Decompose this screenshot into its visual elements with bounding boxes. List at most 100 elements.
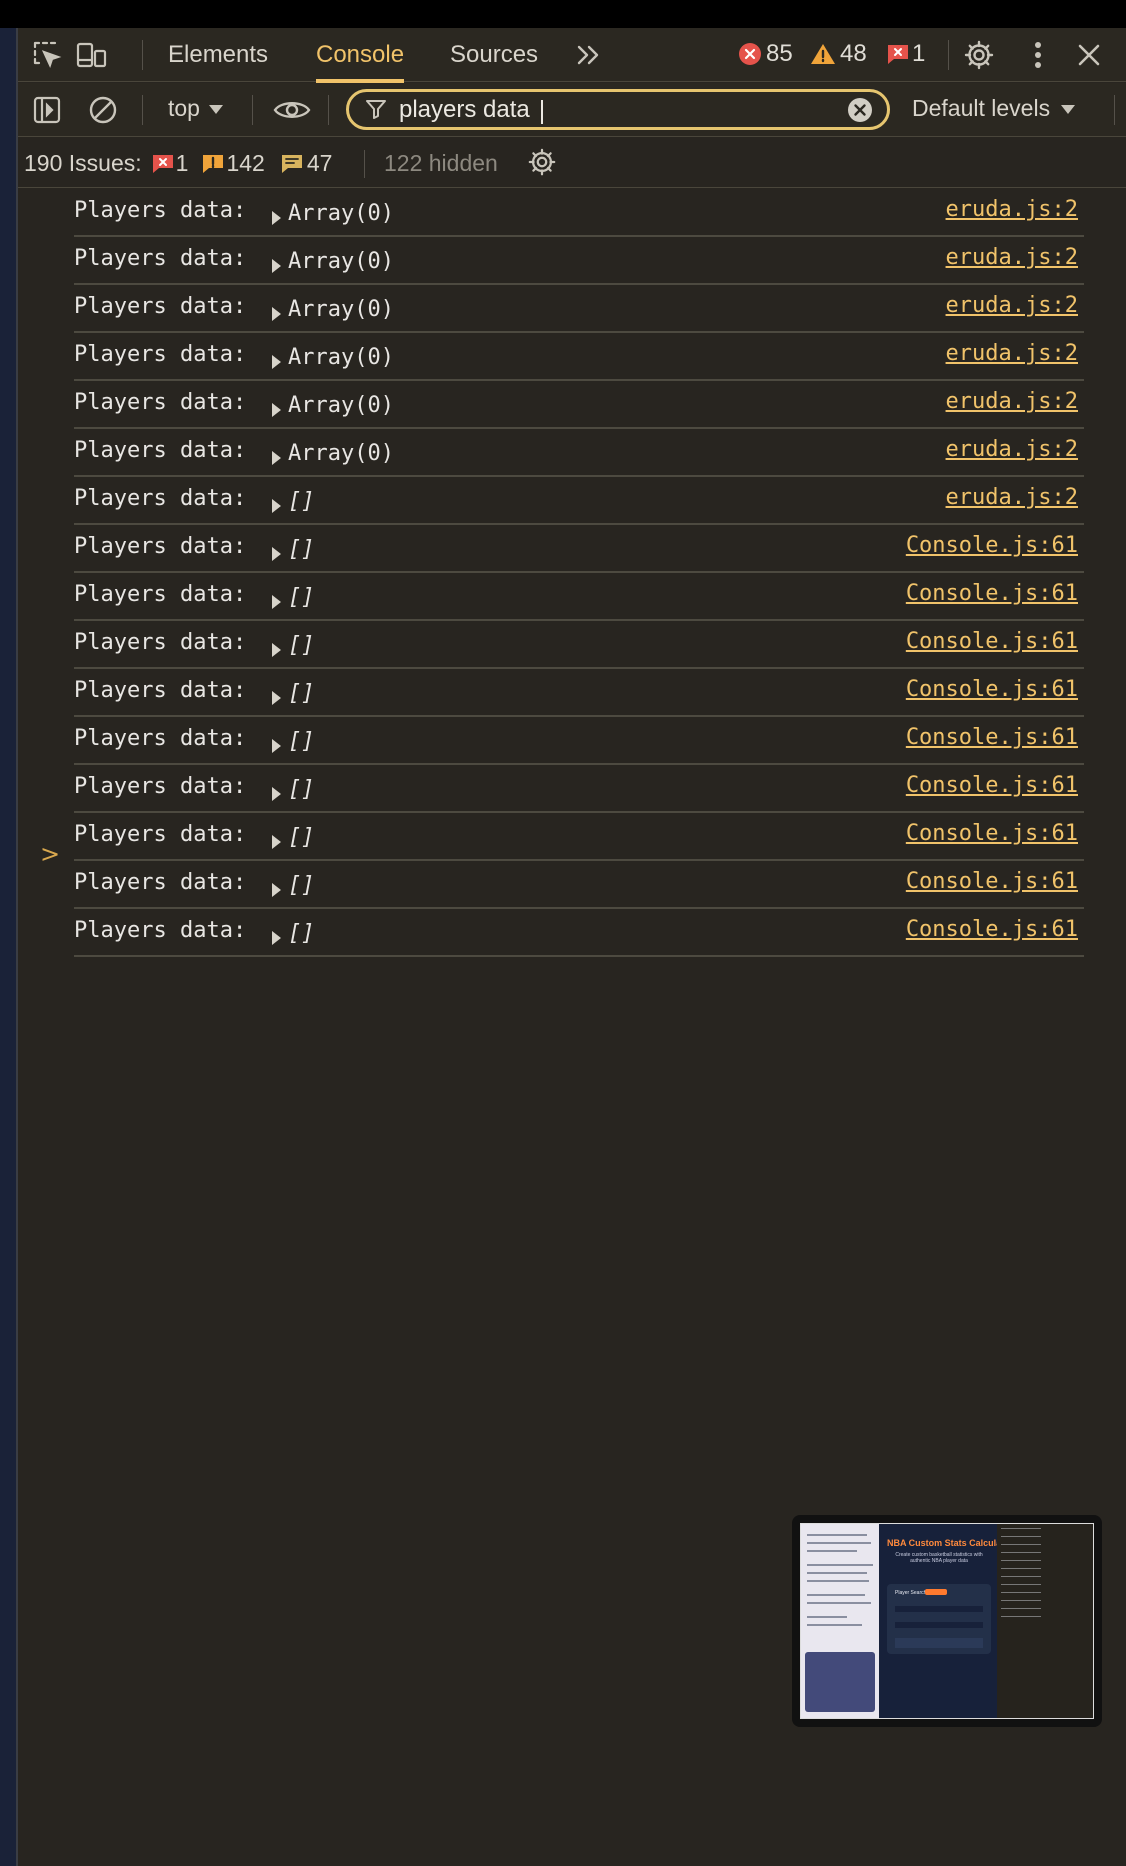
inspect-element-icon[interactable] <box>30 38 64 72</box>
expand-triangle-icon[interactable] <box>272 883 281 897</box>
dropdown-arrow-icon <box>1061 104 1076 114</box>
console-message-row[interactable]: Players data: [] Console.js:61 <box>74 525 1084 573</box>
log-value[interactable]: [] <box>288 681 315 706</box>
console-message-row[interactable]: Players data: Array(0) eruda.js:2 <box>74 333 1084 381</box>
issues-link[interactable]: 190 Issues: 1 142 47 <box>24 150 332 177</box>
console-message-row[interactable]: Players data: [] Console.js:61 <box>74 573 1084 621</box>
tab-elements[interactable]: Elements <box>168 28 268 82</box>
expand-triangle-icon[interactable] <box>272 547 281 561</box>
log-value[interactable]: Array(0) <box>288 201 394 226</box>
console-message-row[interactable]: Players data: Array(0) eruda.js:2 <box>74 381 1084 429</box>
log-value[interactable]: Array(0) <box>288 441 394 466</box>
console-message-row[interactable]: Players data: [] eruda.js:2 <box>74 477 1084 525</box>
log-value[interactable]: [] <box>288 873 315 898</box>
filter-input[interactable] <box>399 96 839 124</box>
console-message-row[interactable]: Players data: [] Console.js:61 <box>74 861 1084 909</box>
thumbnail-title: NBA Custom Stats Calculator <box>887 1538 1014 1548</box>
thumbnail-subtitle: Create custom basketball statistics with… <box>895 1552 983 1564</box>
log-message-text: Players data: <box>74 438 247 463</box>
expand-triangle-icon[interactable] <box>272 931 281 945</box>
clear-console-icon[interactable] <box>88 95 118 125</box>
console-message-row[interactable]: Players data: Array(0) eruda.js:2 <box>74 237 1084 285</box>
expand-triangle-icon[interactable] <box>272 355 281 369</box>
source-link[interactable]: Console.js:61 <box>906 533 1078 558</box>
expand-triangle-icon[interactable] <box>272 403 281 417</box>
error-count-badge[interactable]: 85 <box>738 40 793 68</box>
log-value[interactable]: [] <box>288 777 315 802</box>
source-link[interactable]: eruda.js:2 <box>946 389 1078 414</box>
expand-triangle-icon[interactable] <box>272 499 281 513</box>
source-link[interactable]: eruda.js:2 <box>946 197 1078 222</box>
error-issues-count: 1 <box>175 150 189 176</box>
tab-sources[interactable]: Sources <box>450 28 538 82</box>
source-link[interactable]: Console.js:61 <box>906 677 1078 702</box>
log-levels-dropdown[interactable]: Default levels <box>912 95 1076 122</box>
expand-triangle-icon[interactable] <box>272 643 281 657</box>
console-message-row[interactable]: Players data: [] Console.js:61 <box>74 621 1084 669</box>
log-value[interactable]: [] <box>288 921 315 946</box>
device-toolbar-icon[interactable] <box>74 38 110 72</box>
log-value[interactable]: Array(0) <box>288 393 394 418</box>
expand-triangle-icon[interactable] <box>272 307 281 321</box>
log-message-text: Players data: <box>74 342 247 367</box>
issues-count-badge[interactable]: 1 <box>886 40 925 68</box>
log-value[interactable]: Array(0) <box>288 249 394 274</box>
expand-triangle-icon[interactable] <box>272 787 281 801</box>
double-chevron-right-icon[interactable] <box>574 42 604 68</box>
log-message-text: Players data: <box>74 486 247 511</box>
expand-triangle-icon[interactable] <box>272 835 281 849</box>
expand-triangle-icon[interactable] <box>272 691 281 705</box>
more-options-icon[interactable] <box>1028 38 1048 72</box>
source-link[interactable]: eruda.js:2 <box>946 293 1078 318</box>
screenshot-thumbnail[interactable]: NBA Custom Stats Calculator Create custo… <box>792 1515 1102 1727</box>
source-link[interactable]: Console.js:61 <box>906 773 1078 798</box>
expand-triangle-icon[interactable] <box>272 451 281 465</box>
live-expression-eye-icon[interactable] <box>272 95 312 125</box>
sidebar-toggle-icon[interactable] <box>32 95 62 125</box>
source-link[interactable]: Console.js:61 <box>906 869 1078 894</box>
expand-triangle-icon[interactable] <box>272 595 281 609</box>
issues-bar: 190 Issues: 1 142 47 122 hidden <box>18 138 1126 188</box>
expand-triangle-icon[interactable] <box>272 739 281 753</box>
clear-filter-icon[interactable] <box>847 97 873 123</box>
close-icon[interactable] <box>1074 40 1104 70</box>
log-value[interactable]: [] <box>288 633 315 658</box>
console-prompt[interactable]: > <box>40 840 60 868</box>
source-link[interactable]: Console.js:61 <box>906 821 1078 846</box>
source-link[interactable]: Console.js:61 <box>906 917 1078 942</box>
log-value[interactable]: [] <box>288 489 315 514</box>
console-settings-gear-icon[interactable] <box>526 146 558 178</box>
source-link[interactable]: eruda.js:2 <box>946 245 1078 270</box>
expand-triangle-icon[interactable] <box>272 259 281 273</box>
main-toolbar: Elements Console Sources 85 48 1 <box>18 28 1126 83</box>
console-message-row[interactable]: Players data: [] Console.js:61 <box>74 813 1084 861</box>
console-filter[interactable] <box>346 89 890 130</box>
expand-triangle-icon[interactable] <box>272 211 281 225</box>
console-message-row[interactable]: Players data: [] Console.js:61 <box>74 909 1084 957</box>
console-message-row[interactable]: Players data: [] Console.js:61 <box>74 669 1084 717</box>
log-value[interactable]: Array(0) <box>288 297 394 322</box>
context-selector[interactable]: top <box>168 95 224 122</box>
log-value[interactable]: [] <box>288 825 315 850</box>
console-message-row[interactable]: Players data: [] Console.js:61 <box>74 765 1084 813</box>
console-message-row[interactable]: Players data: Array(0) eruda.js:2 <box>74 285 1084 333</box>
source-link[interactable]: eruda.js:2 <box>946 437 1078 462</box>
source-link[interactable]: eruda.js:2 <box>946 485 1078 510</box>
log-message-text: Players data: <box>74 774 247 799</box>
tab-console[interactable]: Console <box>316 28 405 83</box>
log-value[interactable]: [] <box>288 537 315 562</box>
source-link[interactable]: eruda.js:2 <box>946 341 1078 366</box>
warning-count-badge[interactable]: 48 <box>810 40 867 68</box>
source-link[interactable]: Console.js:61 <box>906 629 1078 654</box>
source-link[interactable]: Console.js:61 <box>906 725 1078 750</box>
source-link[interactable]: Console.js:61 <box>906 581 1078 606</box>
log-value[interactable]: [] <box>288 585 315 610</box>
console-message-row[interactable]: Players data: [] Console.js:61 <box>74 717 1084 765</box>
console-message-row[interactable]: Players data: Array(0) eruda.js:2 <box>74 429 1084 477</box>
gear-icon[interactable] <box>962 38 996 72</box>
log-value[interactable]: Array(0) <box>288 345 394 370</box>
log-message-text: Players data: <box>74 582 247 607</box>
console-toolbar: top De <box>18 83 1126 137</box>
console-message-row[interactable]: Players data: Array(0) eruda.js:2 <box>74 189 1084 237</box>
log-value[interactable]: [] <box>288 729 315 754</box>
